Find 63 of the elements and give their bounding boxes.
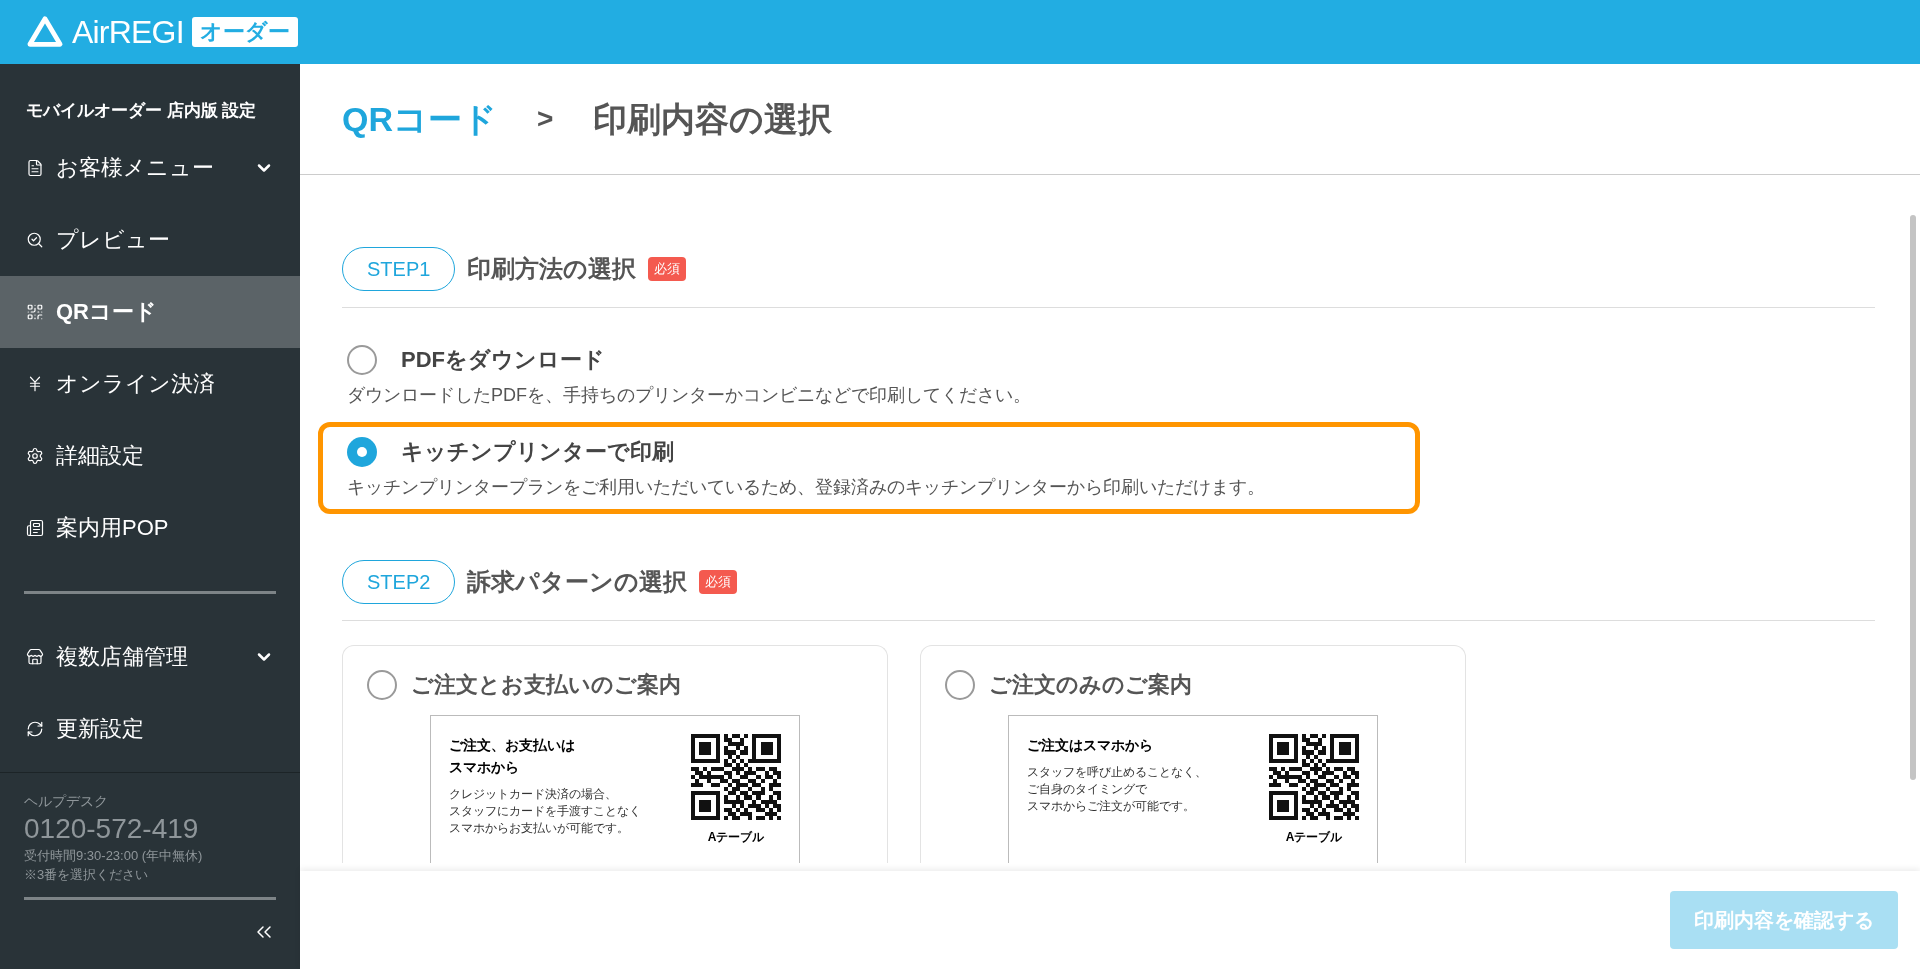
table-label: Aテーブル — [707, 829, 765, 846]
radio-button[interactable] — [367, 669, 397, 700]
pattern-card[interactable]: ご注文とお支払いのご案内 ご注文、お支払いは スマホから クレジットカード決済の場合、 スタッフにカードを手渡すことなく スマホからお支払いが可能です。 Aテーブル — [342, 645, 888, 863]
poster-text: クレジットカード決済の場合、 — [449, 786, 618, 803]
logo-icon — [26, 15, 64, 49]
step-title: 印刷方法の選択 — [467, 254, 637, 284]
table-label: Aテーブル — [1285, 829, 1343, 846]
settings-icon — [26, 446, 44, 465]
poster-heading: ご注文はスマホから — [1027, 736, 1154, 755]
option-label: キッチンプリンターで印刷 — [401, 438, 674, 466]
helpdesk-note: ※3番を選択ください — [24, 866, 150, 884]
sidebar-item[interactable]: QRコード — [0, 275, 300, 348]
logo-text: AirREGI — [72, 13, 184, 52]
store-icon — [26, 647, 44, 666]
step-title: 訴求パターンの選択 — [467, 567, 688, 597]
scrollbar[interactable] — [1910, 215, 1916, 780]
poster-text: スマホからお支払いが可能です。 — [449, 820, 630, 837]
magnifier-icon — [26, 230, 44, 249]
poster-text: スマホからご注文が可能です。 — [1027, 798, 1196, 815]
sidebar-item[interactable]: 案内用POP — [0, 491, 300, 564]
option-description: ダウンロードしたPDFを、手持ちのプリンターかコンビニなどで印刷してください。 — [347, 384, 1032, 407]
sidebar-item[interactable]: お客様メニュー — [0, 131, 300, 204]
pattern-card[interactable]: ご注文のみのご案内 ご注文はスマホから スタッフを呼び止めることなく、 ご自身のタイミングで スマホからご注文が可能です。 Aテーブル — [920, 645, 1466, 863]
poster-text: スタッフを呼び止めることなく、 — [1027, 764, 1208, 781]
sidebar-item-label: 更新設定 — [56, 715, 145, 743]
sidebar-item-label: プレビュー — [56, 226, 171, 254]
logo-badge: オーダー — [191, 17, 298, 47]
print-method-option[interactable]: キッチンプリンターで印刷 キッチンプリンタープランをご利用いただいているため、登録済みのキッチンプリンターから印刷いただけます。 — [318, 422, 1420, 514]
qr-code-icon — [26, 302, 44, 321]
print-method-option[interactable]: PDFをダウンロード ダウンロードしたPDFを、手持ちのプリンターかコンビニなどで印刷してください。 — [318, 330, 1420, 422]
required-tag: 必須 — [699, 570, 738, 594]
page-title: 印刷内容の選択 — [593, 98, 833, 140]
sidebar-item-label: お客様メニュー — [56, 154, 215, 182]
required-tag: 必須 — [648, 257, 687, 281]
radio-button[interactable] — [347, 344, 377, 375]
sidebar-item[interactable]: 詳細設定 — [0, 419, 300, 492]
newspaper-icon — [26, 518, 44, 537]
sidebar-item-label: 複数店舗管理 — [56, 643, 189, 671]
poster-heading: スマホから — [449, 758, 520, 777]
option-description: キッチンプリンタープランをご利用いただいているため、登録済みのキッチンプリンターから印刷いただけます。 — [347, 476, 1266, 499]
helpdesk-label: ヘルプデスク — [24, 791, 109, 811]
helpdesk-phone: 0120-572-419 — [24, 811, 200, 846]
helpdesk-hours: 受付時間9:30-23:00 (年中無休) — [24, 846, 204, 865]
sidebar-item-label: オンライン決済 — [56, 370, 216, 398]
poster-text: ご自身のタイミングで — [1027, 781, 1148, 798]
sidebar-item[interactable]: 複数店舗管理 — [0, 620, 300, 693]
card-title: ご注文とお支払いのご案内 — [411, 671, 681, 699]
option-label: PDFをダウンロード — [401, 346, 605, 374]
sidebar-item-label: 案内用POP — [56, 514, 170, 542]
radio-button[interactable] — [347, 436, 377, 467]
sidebar-item-label: QRコード — [56, 298, 158, 326]
sidebar-item[interactable]: 更新設定 — [0, 692, 300, 765]
document-icon — [26, 158, 44, 177]
sidebar-item[interactable]: オンライン決済 — [0, 347, 300, 420]
radio-button[interactable] — [945, 669, 975, 700]
poster-text: スタッフにカードを手渡すことなく — [449, 803, 642, 820]
sidebar-item-label: 詳細設定 — [56, 442, 145, 470]
breadcrumb-separator: > — [537, 102, 554, 136]
refresh-icon — [26, 719, 44, 738]
sidebar-item[interactable]: プレビュー — [0, 203, 300, 276]
poster-heading: ご注文、お支払いは — [449, 736, 576, 755]
sidebar-title: モバイルオーダー 店内版 設定 — [25, 100, 258, 122]
card-title: ご注文のみのご案内 — [989, 671, 1192, 699]
